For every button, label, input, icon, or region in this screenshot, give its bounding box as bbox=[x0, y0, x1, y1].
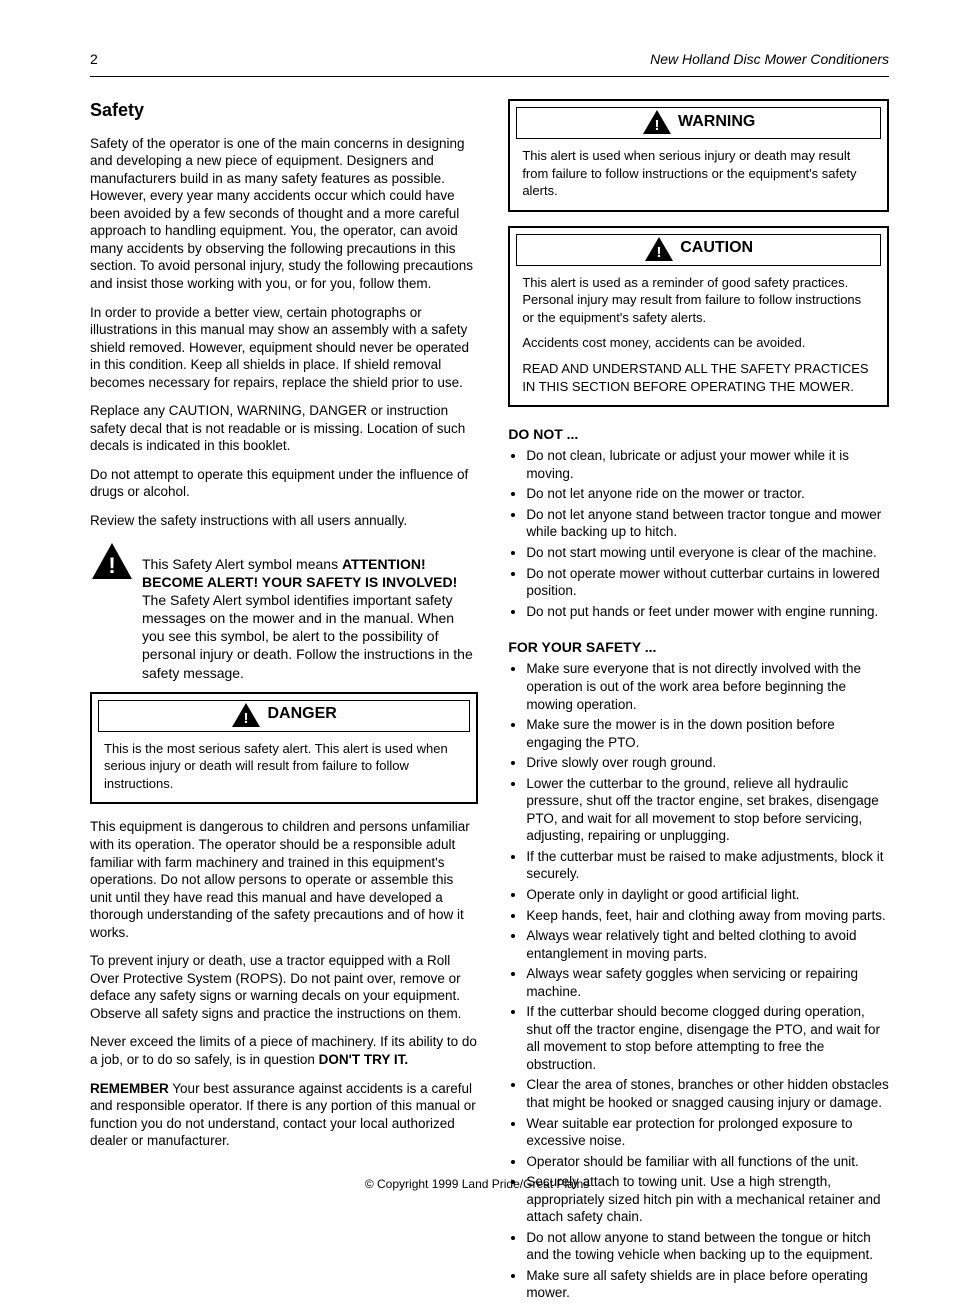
alert-triangle-icon: ! bbox=[642, 109, 672, 135]
remember-text: REMEMBER Your best assurance against acc… bbox=[90, 1080, 478, 1150]
warning-box: ! WARNING This alert is used when seriou… bbox=[508, 99, 889, 212]
left-column: Safety Safety of the operator is one of … bbox=[90, 99, 478, 1314]
list-item: Do not put hands or feet under mower wit… bbox=[526, 603, 889, 621]
warning-header: ! WARNING bbox=[516, 107, 881, 139]
body-text: To prevent injury or death, use a tracto… bbox=[90, 952, 478, 1022]
body-text: Replace any CAUTION, WARNING, DANGER or … bbox=[90, 402, 478, 455]
list-item: Always wear relatively tight and belted … bbox=[526, 927, 889, 962]
alert-triangle-icon: ! bbox=[90, 541, 134, 581]
danger-box: ! DANGER This is the most serious safety… bbox=[90, 692, 478, 805]
list-item: If the cutterbar should become clogged d… bbox=[526, 1003, 889, 1073]
list-item: Do not operate mower without cutterbar c… bbox=[526, 565, 889, 600]
list-item: Lower the cutterbar to the ground, relie… bbox=[526, 775, 889, 845]
header-title: New Holland Disc Mower Conditioners bbox=[650, 50, 889, 68]
header-rule bbox=[90, 76, 889, 77]
list-item: Do not let anyone stand between tractor … bbox=[526, 506, 889, 541]
body-text: In order to provide a better view, certa… bbox=[90, 304, 478, 392]
caution-body: This alert is used as a reminder of good… bbox=[510, 272, 887, 399]
list-item: Do not allow anyone to stand between the… bbox=[526, 1229, 889, 1264]
alert-triangle-icon: ! bbox=[644, 236, 674, 262]
list-item: Make sure all safety shields are in plac… bbox=[526, 1267, 889, 1302]
body-text: Safety of the operator is one of the mai… bbox=[90, 135, 478, 293]
caution-box: ! CAUTION This alert is used as a remind… bbox=[508, 226, 889, 407]
svg-text:!: ! bbox=[654, 117, 659, 134]
page-number: 2 bbox=[90, 50, 98, 68]
list-item: Make sure everyone that is not directly … bbox=[526, 660, 889, 713]
body-text: Review the safety instructions with all … bbox=[90, 512, 478, 530]
right-column: ! WARNING This alert is used when seriou… bbox=[508, 99, 889, 1314]
body-text: This equipment is dangerous to children … bbox=[90, 818, 478, 941]
page-header: 2 New Holland Disc Mower Conditioners bbox=[90, 50, 889, 68]
list-item: Do not clean, lubricate or adjust your m… bbox=[526, 447, 889, 482]
list-item: Operator should be familiar with all fun… bbox=[526, 1153, 889, 1171]
body-text: Never exceed the limits of a piece of ma… bbox=[90, 1033, 478, 1068]
warning-label: WARNING bbox=[678, 112, 755, 133]
footer-copyright: © Copyright 1999 Land Pride/Great Plains bbox=[0, 1177, 954, 1193]
list-item: Wear suitable ear protection for prolong… bbox=[526, 1115, 889, 1150]
alert-triangle-icon: ! bbox=[231, 702, 261, 728]
danger-body: This is the most serious safety alert. T… bbox=[92, 738, 476, 797]
do-not-list: Do not clean, lubricate or adjust your m… bbox=[508, 447, 889, 620]
list-item: Do not let anyone ride on the mower or t… bbox=[526, 485, 889, 503]
svg-text:!: ! bbox=[657, 244, 662, 261]
warning-body: This alert is used when serious injury o… bbox=[510, 145, 887, 204]
caution-header: ! CAUTION bbox=[516, 234, 881, 266]
list-item: Make sure the mower is in the down posit… bbox=[526, 716, 889, 751]
list-item: Always wear safety goggles when servicin… bbox=[526, 965, 889, 1000]
list-item: If the cutterbar must be raised to make … bbox=[526, 848, 889, 883]
body-text: Do not attempt to operate this equipment… bbox=[90, 466, 478, 501]
danger-label: DANGER bbox=[267, 704, 336, 725]
alert-symbol-text: This Safety Alert symbol means ATTENTION… bbox=[142, 541, 478, 682]
caution-label: CAUTION bbox=[680, 238, 753, 259]
svg-text:!: ! bbox=[244, 710, 249, 727]
danger-header: ! DANGER bbox=[98, 700, 470, 732]
list-item: Clear the area of stones, branches or ot… bbox=[526, 1076, 889, 1111]
safety-heading: FOR YOUR SAFETY ... bbox=[508, 638, 889, 656]
list-item: Operate only in daylight or good artific… bbox=[526, 886, 889, 904]
safety-list: Make sure everyone that is not directly … bbox=[508, 660, 889, 1302]
list-item: Drive slowly over rough ground. bbox=[526, 754, 889, 772]
section-heading-safety: Safety bbox=[90, 99, 478, 122]
safety-alert-symbol-callout: ! This Safety Alert symbol means ATTENTI… bbox=[90, 541, 478, 682]
list-item: Keep hands, feet, hair and clothing away… bbox=[526, 907, 889, 925]
list-item: Do not start mowing until everyone is cl… bbox=[526, 544, 889, 562]
do-not-heading: DO NOT ... bbox=[508, 425, 889, 443]
svg-text:!: ! bbox=[108, 553, 115, 578]
